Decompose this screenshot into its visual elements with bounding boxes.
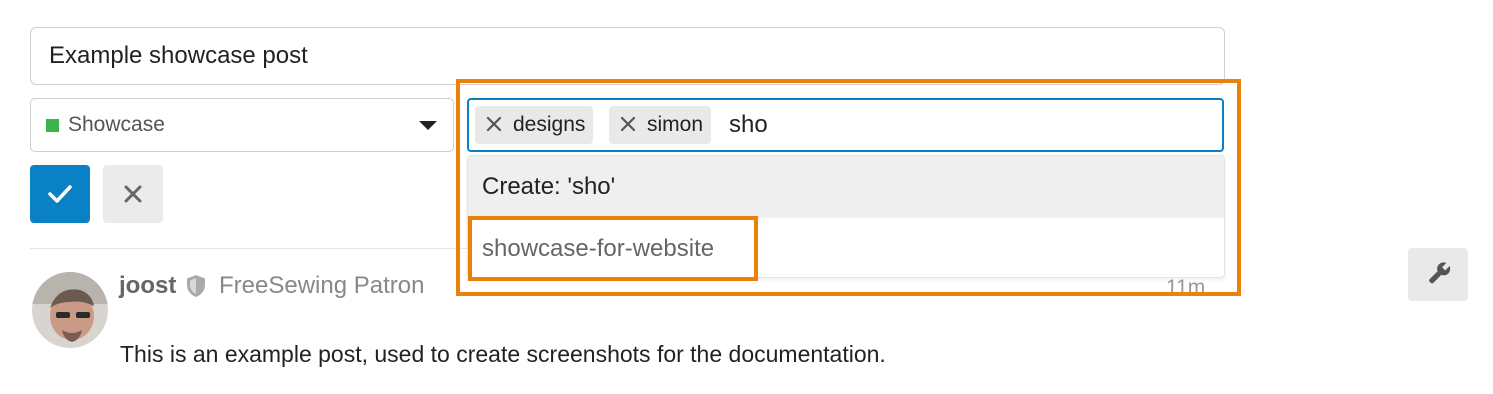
- topic-title-input[interactable]: Example showcase post: [30, 27, 1225, 85]
- caret-down-icon: [419, 121, 437, 130]
- shield-icon: [187, 275, 205, 297]
- category-select[interactable]: Showcase: [30, 98, 454, 152]
- category-color-swatch: [46, 119, 59, 132]
- post-body: This is an example post, used to create …: [120, 341, 886, 367]
- user-title: FreeSewing Patron: [219, 272, 425, 299]
- check-icon: [48, 185, 72, 203]
- wrench-icon: [1429, 261, 1451, 284]
- post-username[interactable]: joost: [119, 272, 176, 300]
- avatar-image: [32, 272, 108, 348]
- save-button[interactable]: [30, 165, 90, 223]
- annotation-highlight-suggestion: [468, 216, 758, 281]
- avatar[interactable]: [32, 272, 108, 348]
- category-label: Showcase: [68, 113, 165, 136]
- admin-wrench-button[interactable]: [1408, 248, 1468, 301]
- close-icon: [124, 185, 142, 203]
- cancel-button[interactable]: [103, 165, 163, 223]
